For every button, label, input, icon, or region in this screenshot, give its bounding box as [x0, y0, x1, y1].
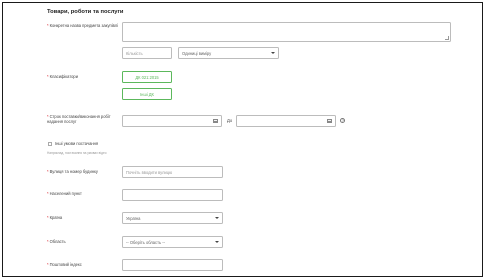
region-select[interactable]: -- Оберіть область --	[122, 236, 223, 248]
country-select[interactable]: Україна	[122, 212, 223, 224]
calendar-icon[interactable]	[327, 118, 332, 124]
section-title: Товари, роботи та послуги	[47, 9, 124, 15]
dk-021-button[interactable]: ДК 021:2015	[122, 71, 172, 83]
postal-code-label: *Поштовий індекс	[47, 262, 82, 267]
other-conditions-checkbox[interactable]	[48, 142, 52, 146]
resize-handle-icon[interactable]	[445, 36, 449, 40]
quantity-input[interactable]: Кількість	[122, 47, 172, 59]
street-input[interactable]: Почніть вводити вулицю	[122, 166, 223, 178]
chevron-down-icon	[215, 241, 219, 243]
locality-input[interactable]	[122, 189, 223, 201]
chevron-down-icon	[271, 52, 275, 54]
delivery-to-date-input[interactable]	[236, 115, 336, 127]
required-asterisk: *	[47, 23, 49, 28]
region-label: *Область	[47, 239, 66, 244]
other-dk-button[interactable]: Інші ДК	[122, 88, 172, 100]
locality-label: *Населений пункт	[47, 191, 82, 196]
country-label: *Країна	[47, 215, 63, 220]
to-label: До	[227, 118, 233, 123]
help-icon[interactable]: ?	[340, 118, 346, 124]
classifiers-label: *Класифікатори	[47, 74, 78, 79]
postal-code-input[interactable]	[122, 259, 223, 271]
item-name-label: *Конкретна назва предмета закупівлі	[47, 23, 118, 28]
delivery-term-label: *Строк поставки/виконання робіт надання …	[47, 114, 111, 125]
unit-select[interactable]: Одиниці виміру	[178, 47, 279, 59]
item-name-textarea[interactable]	[122, 22, 451, 42]
street-label: *Вулиця та номер будинку	[47, 169, 98, 174]
other-conditions-label: Інші умови постачання	[55, 141, 99, 146]
form-panel: Товари, роботи та послуги *Конкретна наз…	[2, 2, 483, 277]
calendar-icon[interactable]	[213, 118, 218, 124]
other-conditions-hint: Наприклад, постачання на умовах відео	[47, 151, 107, 155]
delivery-from-date-input[interactable]	[122, 115, 222, 127]
chevron-down-icon	[215, 217, 219, 219]
